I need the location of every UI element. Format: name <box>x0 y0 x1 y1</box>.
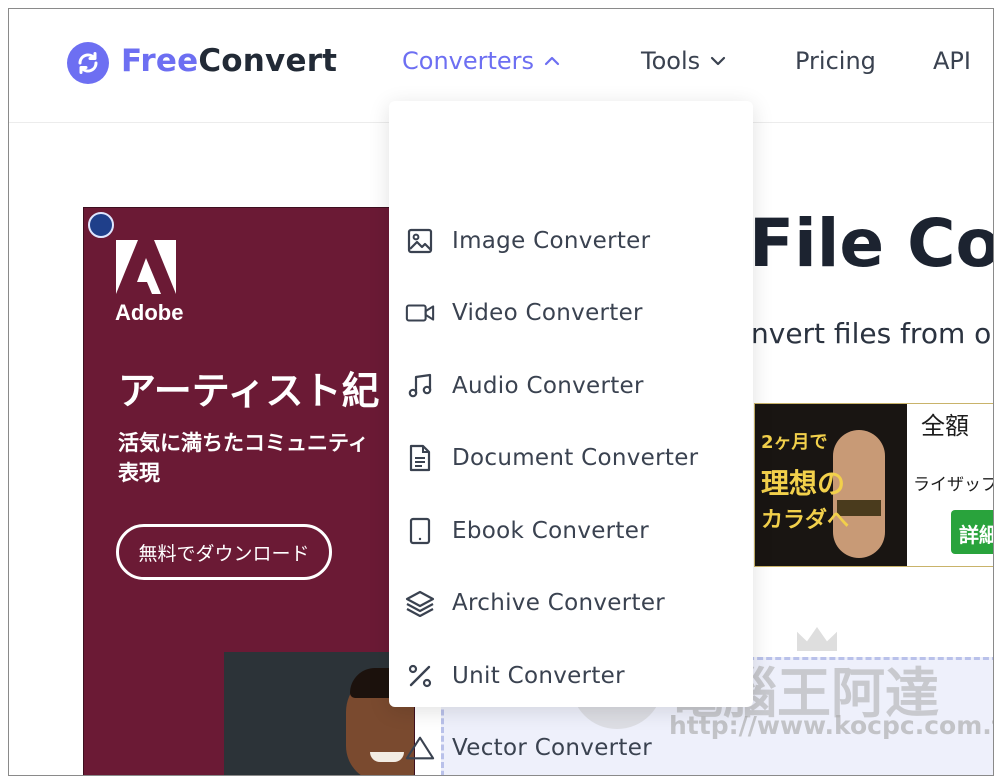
nav-tools[interactable]: Tools <box>641 47 726 75</box>
adobe-brand-text: Adobe <box>115 300 184 325</box>
adobe-ad-banner[interactable]: Adobe アーティスト紀 活気に満ちたコミュニティ 表現 無料でダウンロード <box>83 207 415 775</box>
menu-item-label: Unit Converter <box>452 663 625 689</box>
converters-dropdown: Image Converter Video Converter Audio Co… <box>389 101 753 761</box>
ad-copy-line2: 理想の <box>761 467 846 500</box>
menu-item-image-converter[interactable]: Image Converter <box>389 213 753 269</box>
logo-icon[interactable] <box>67 42 109 84</box>
document-icon <box>405 443 435 473</box>
ad-badge-icon <box>88 212 114 238</box>
logo-wordmark[interactable]: FreeConvert <box>121 43 337 79</box>
menu-item-label: Video Converter <box>452 300 643 326</box>
ebook-icon <box>405 516 435 546</box>
chevron-down-icon <box>711 56 726 66</box>
chevron-up-icon <box>544 56 560 66</box>
menu-item-label: Vector Converter <box>452 735 652 761</box>
menu-item-ebook-converter[interactable]: Ebook Converter <box>389 503 753 559</box>
menu-item-audio-converter[interactable]: Audio Converter <box>389 358 753 414</box>
nav-pricing[interactable]: Pricing <box>795 47 876 75</box>
logo-free-text: Free <box>121 43 199 79</box>
layers-icon <box>405 588 435 618</box>
nav-pricing-label: Pricing <box>795 47 876 75</box>
menu-item-document-converter[interactable]: Document Converter <box>389 430 753 486</box>
menu-item-label: Audio Converter <box>452 373 644 399</box>
menu-item-label: Archive Converter <box>452 590 666 616</box>
percent-icon <box>405 661 435 691</box>
music-note-icon <box>405 371 435 401</box>
menu-item-video-converter[interactable]: Video Converter <box>389 285 753 341</box>
watermark-crown-icon <box>797 627 837 651</box>
ad-right-sub: ライザップ <box>913 475 994 495</box>
nav-converters-label: Converters <box>402 47 535 75</box>
ad-download-button[interactable]: 無料でダウンロード <box>116 524 332 580</box>
ad-copy-line3: カラダへ <box>761 508 850 533</box>
ad-photo <box>224 652 414 775</box>
adobe-logo-icon <box>116 240 176 294</box>
menu-item-label: Document Converter <box>452 445 699 471</box>
menu-item-vector-converter[interactable]: Vector Converter <box>389 720 753 775</box>
nav-tools-label: Tools <box>641 47 701 75</box>
ad-right-title: 全額 <box>921 412 969 440</box>
menu-item-label: Image Converter <box>452 228 651 254</box>
ad-detail-button[interactable]: 詳細 <box>951 510 993 554</box>
logo-convert-text: Convert <box>198 43 338 79</box>
browser-frame: FreeConvert Converters Tools Pricing API… <box>8 8 994 776</box>
video-camera-icon <box>405 298 435 328</box>
menu-item-unit-converter[interactable]: Unit Converter <box>389 648 753 704</box>
nav-converters[interactable]: Converters <box>402 47 560 75</box>
ad-image: 2ヶ月で 理想の カラダへ <box>755 404 907 566</box>
image-icon <box>405 226 435 256</box>
hero-title: File Co <box>749 205 994 282</box>
nav-api-label: API <box>933 47 971 75</box>
ad-headline: アーティスト紀 <box>118 369 380 413</box>
ad-subline: 活気に満ちたコミュニティ 表現 <box>118 431 369 485</box>
rizap-ad-banner[interactable]: 2ヶ月で 理想の カラダへ 全額 ライザップ 詳細 <box>754 403 994 567</box>
menu-item-label: Ebook Converter <box>452 518 649 544</box>
ad-copy-line1: 2ヶ月で <box>761 432 828 453</box>
nav-api[interactable]: API <box>933 47 971 75</box>
triangle-icon <box>405 733 435 763</box>
hero-subtitle: nvert files from o <box>751 317 992 350</box>
menu-item-archive-converter[interactable]: Archive Converter <box>389 575 753 631</box>
